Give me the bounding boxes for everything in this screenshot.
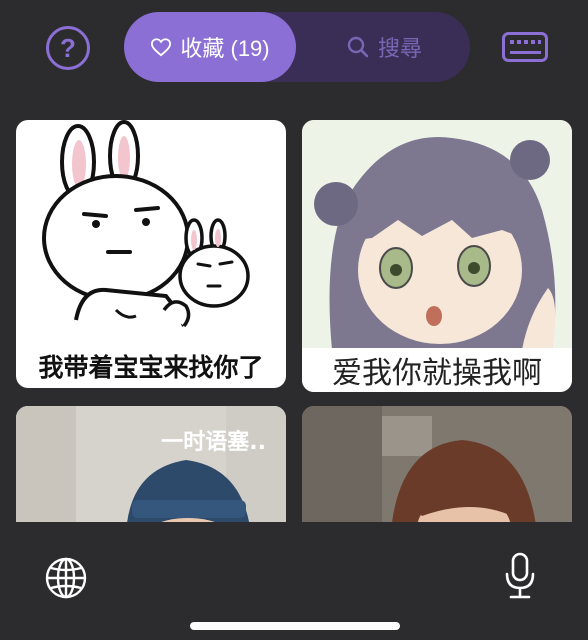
microphone-icon[interactable] bbox=[502, 552, 538, 600]
heart-icon bbox=[151, 38, 172, 57]
sticker-caption: 一时语塞.. bbox=[161, 430, 266, 455]
sticker-card[interactable]: 我带着宝宝来找你了 bbox=[16, 120, 286, 388]
sticker-card[interactable]: 一时语塞.. bbox=[16, 406, 286, 522]
tab-favorites-label: 收藏 (19) bbox=[180, 36, 270, 61]
home-indicator[interactable] bbox=[190, 622, 400, 630]
keyboard-icon[interactable] bbox=[502, 32, 548, 62]
tab-search-label: 搜尋 bbox=[377, 36, 422, 61]
sticker-caption: 爱我你就操我啊 bbox=[302, 348, 572, 392]
help-icon[interactable]: ? bbox=[46, 26, 90, 70]
segmented-control: 收藏 (19) 搜尋 bbox=[124, 12, 470, 82]
top-bar: ? 收藏 (19) 搜尋 bbox=[0, 0, 588, 100]
sticker-caption: 我带着宝宝来找你了 bbox=[38, 353, 264, 382]
woman-photo bbox=[302, 406, 572, 522]
tab-favorites[interactable]: 收藏 (19) bbox=[124, 12, 296, 82]
rabbit-illustration bbox=[42, 120, 250, 328]
anime-girl-illustration bbox=[302, 120, 572, 352]
sticker-card[interactable]: 爱我你就操我啊 bbox=[302, 120, 572, 392]
globe-icon[interactable] bbox=[44, 556, 88, 600]
search-icon bbox=[347, 36, 369, 58]
sticker-card[interactable] bbox=[302, 406, 572, 522]
tab-search[interactable]: 搜尋 bbox=[298, 12, 470, 82]
sticker-grid: 我带着宝宝来找你了 爱我你就操我啊 一时语塞.. bbox=[0, 118, 588, 522]
help-glyph: ? bbox=[60, 32, 76, 63]
